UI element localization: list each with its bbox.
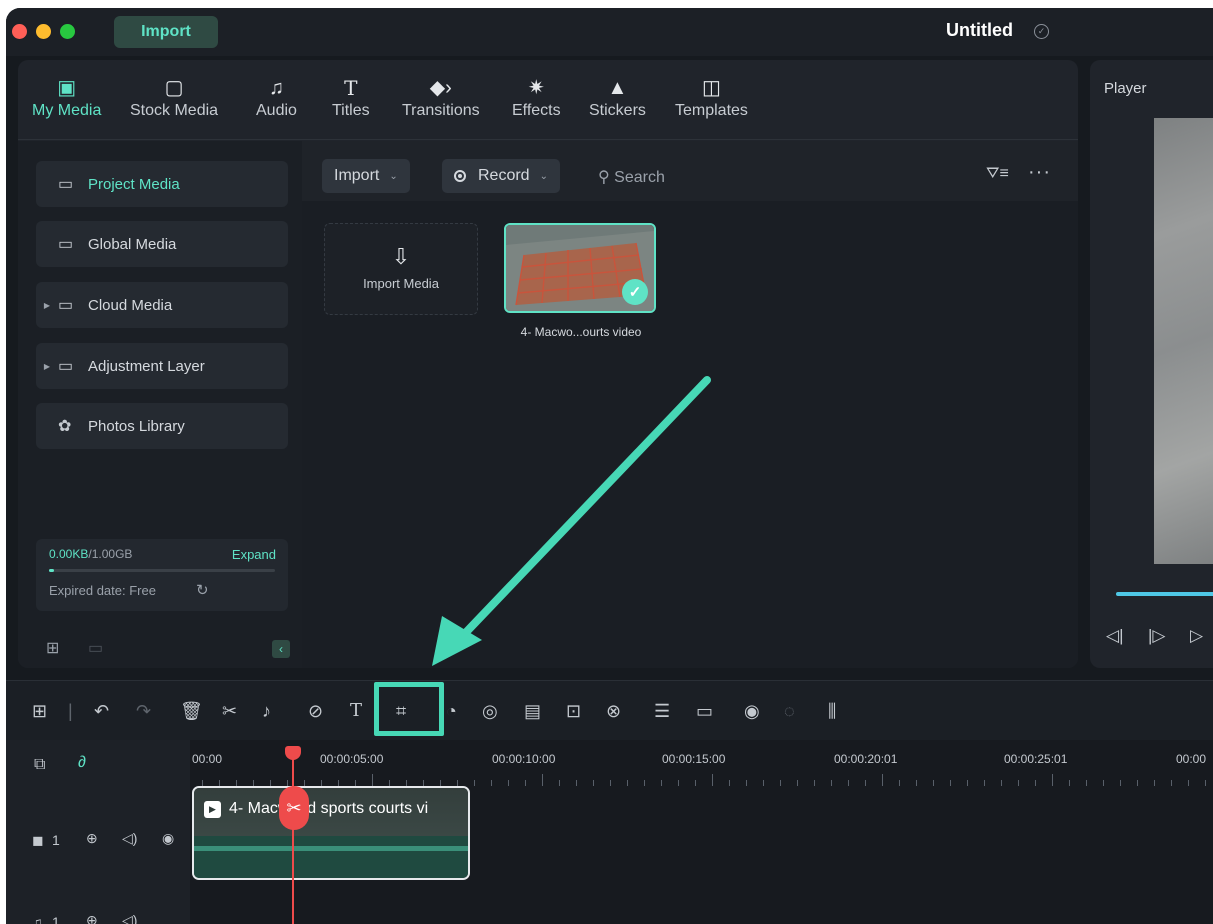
annotation-arrow [432, 376, 711, 666]
